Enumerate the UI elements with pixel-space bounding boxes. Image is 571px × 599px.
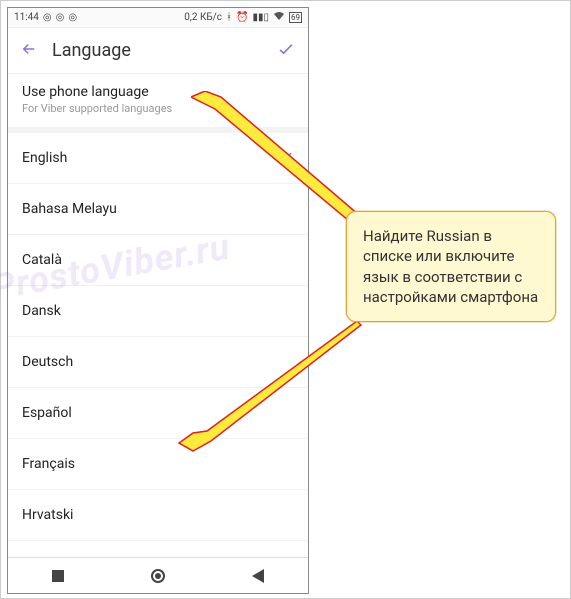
language-item[interactable]: Hrvatski xyxy=(8,490,308,541)
language-item[interactable]: Español xyxy=(8,388,308,439)
language-label: Français xyxy=(22,456,75,472)
viber-status-icon: ◎ xyxy=(43,12,52,23)
android-nav-bar xyxy=(8,557,308,593)
language-label: Català xyxy=(22,252,62,268)
language-item[interactable]: Français xyxy=(8,439,308,490)
annotation-callout: Найдите Russian в списке или включите яз… xyxy=(346,211,556,322)
language-label: English xyxy=(22,150,67,166)
language-label: Dansk xyxy=(22,303,61,319)
language-label: Deutsch xyxy=(22,354,73,370)
status-left: 11:44 ◎ ◎ ◎ xyxy=(14,12,77,23)
data-rate: 0,2 КБ/с xyxy=(184,12,222,23)
callout-text: Найдите Russian в списке или включите яз… xyxy=(363,227,538,306)
page-title: Language xyxy=(52,40,276,61)
wifi-icon xyxy=(273,11,285,24)
selected-check-icon xyxy=(280,149,294,167)
battery-icon: 69 xyxy=(289,12,302,23)
recent-apps-button[interactable] xyxy=(52,570,64,582)
app-header: Language xyxy=(8,28,308,74)
language-list[interactable]: English Bahasa Melayu Català Dansk Deutsch Es… xyxy=(8,133,308,557)
use-phone-language-option[interactable]: Use phone language For Viber supported l… xyxy=(8,74,308,133)
language-item[interactable]: Deutsch xyxy=(8,337,308,388)
option-subtitle: For Viber supported languages xyxy=(22,102,294,115)
nav-back-button[interactable] xyxy=(252,569,264,583)
language-label: Hrvatski xyxy=(22,507,73,523)
language-item[interactable]: Bahasa Melayu xyxy=(8,184,308,235)
option-title: Use phone language xyxy=(22,84,294,100)
status-bar: 11:44 ◎ ◎ ◎ 0,2 КБ/с ᚼ ⏰ ▮▮▯ 69 xyxy=(8,8,308,28)
home-button[interactable] xyxy=(151,569,165,583)
status-time: 11:44 xyxy=(14,12,39,23)
language-label: Español xyxy=(22,405,72,421)
language-label: Bahasa Melayu xyxy=(22,201,117,217)
alarm-icon: ⏰ xyxy=(236,12,248,23)
language-item[interactable]: Indonesia xyxy=(8,541,308,557)
viber-status-icon: ◎ xyxy=(68,12,77,23)
signal-icon: ▮▮▯ xyxy=(252,12,269,23)
viber-status-icon: ◎ xyxy=(56,12,65,23)
phone-frame: 11:44 ◎ ◎ ◎ 0,2 КБ/с ᚼ ⏰ ▮▮▯ 69 Language… xyxy=(7,7,309,594)
bluetooth-icon: ᚼ xyxy=(226,12,232,23)
language-item[interactable]: English xyxy=(8,133,308,184)
back-button[interactable] xyxy=(20,40,38,62)
language-item[interactable]: Dansk xyxy=(8,286,308,337)
confirm-button[interactable] xyxy=(276,39,296,63)
language-item[interactable]: Català xyxy=(8,235,308,286)
status-right: 0,2 КБ/с ᚼ ⏰ ▮▮▯ 69 xyxy=(184,11,302,24)
